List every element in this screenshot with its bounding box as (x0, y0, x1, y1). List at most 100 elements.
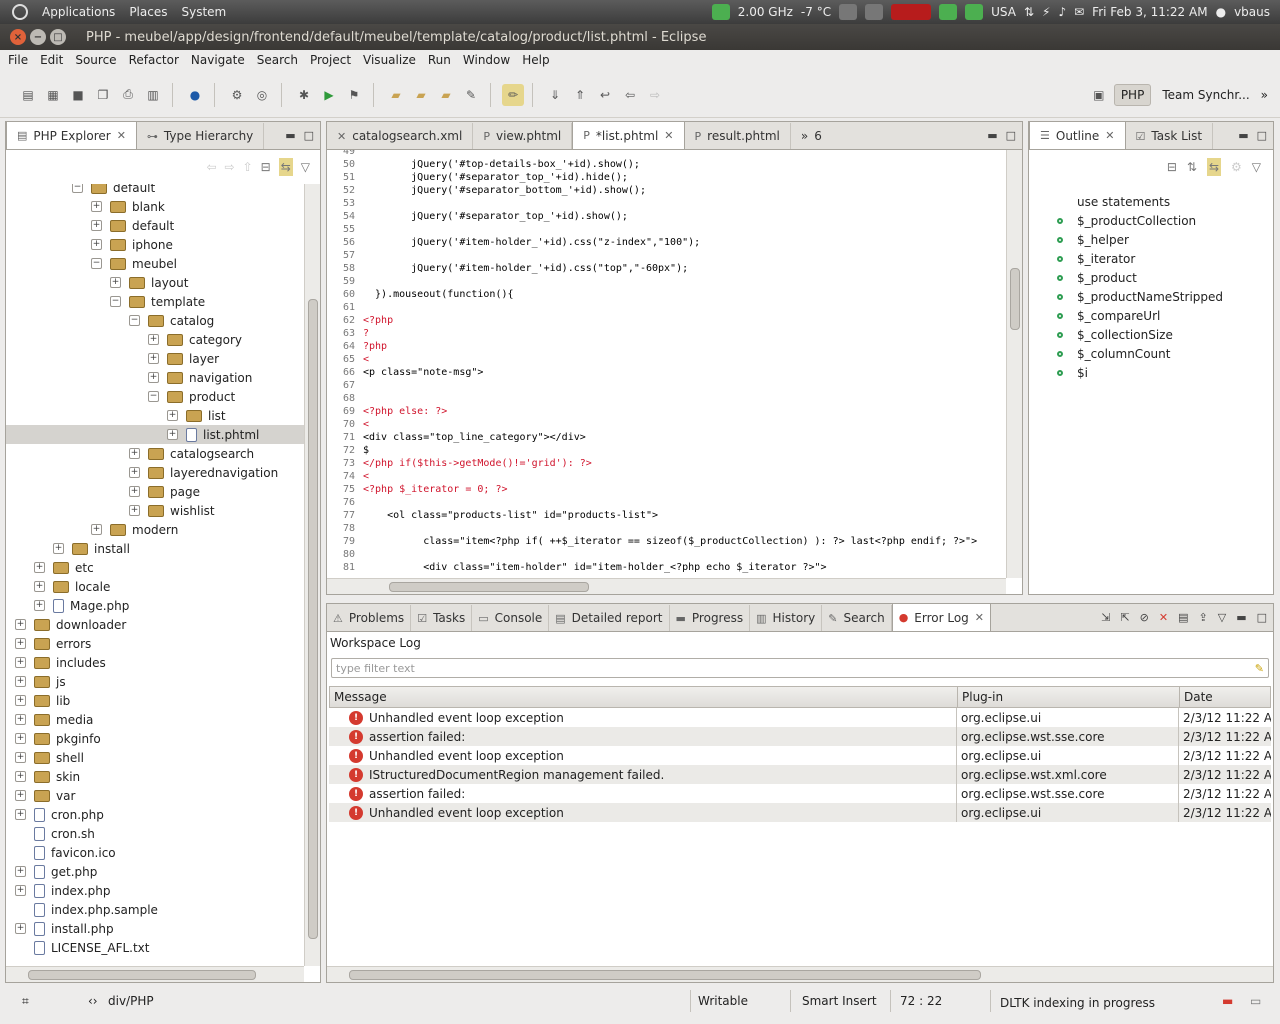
user-name[interactable]: vbaus (1234, 5, 1270, 19)
minimize-icon[interactable]: ▬ (285, 129, 295, 142)
menu-project[interactable]: Project (310, 53, 351, 67)
expand-icon[interactable]: + (15, 866, 26, 877)
view-menu-icon[interactable]: ▽ (1252, 160, 1261, 174)
expand-icon[interactable]: + (129, 486, 140, 497)
menu-navigate[interactable]: Navigate (191, 53, 245, 67)
maximize-icon[interactable]: □ (1006, 129, 1016, 142)
clear-log-icon[interactable]: ⊘ (1140, 611, 1149, 624)
tree-item[interactable]: + locale (34, 577, 110, 596)
network-icon[interactable] (965, 4, 984, 20)
outline-item[interactable]: $_productCollection (1057, 211, 1196, 230)
tree-item[interactable]: + shell (15, 748, 84, 767)
perspective-overflow-icon[interactable]: » (1261, 88, 1268, 102)
collapse-icon[interactable]: − (148, 391, 159, 402)
log-row[interactable]: ! assertion failed: org.eclipse.wst.sse.co… (329, 727, 1271, 746)
mail-icon[interactable]: ✉ (1074, 5, 1084, 19)
tree-item[interactable]: + iphone (91, 235, 173, 254)
expand-icon[interactable]: + (148, 372, 159, 383)
update-icon[interactable] (939, 4, 958, 20)
import-log-icon[interactable]: ⇱ (1120, 611, 1129, 624)
tree-item[interactable]: +LICENSE_AFL.txt (15, 938, 149, 957)
expand-icon[interactable]: + (15, 657, 26, 668)
maximize-window-button[interactable]: □ (50, 29, 66, 45)
close-icon[interactable]: ✕ (664, 129, 673, 142)
outline-item[interactable]: $_product (1057, 268, 1137, 287)
open-resource-icon[interactable]: ▰ (435, 84, 457, 106)
maximize-icon[interactable]: □ (304, 129, 314, 142)
transfer-icon[interactable]: ⇅ (1024, 5, 1034, 19)
tree-item[interactable]: + index.php (15, 881, 110, 900)
tab-result-phtml[interactable]: P result.phtml (685, 123, 791, 149)
editor-horizontal-scrollbar[interactable] (327, 578, 1006, 594)
tab-outline[interactable]: ☰ Outline ✕ (1029, 121, 1126, 149)
expand-icon[interactable]: + (15, 771, 26, 782)
tree-item[interactable]: + blank (91, 197, 165, 216)
outline-item[interactable]: $_productNameStripped (1057, 287, 1223, 306)
forward-icon[interactable]: ⇨ (225, 160, 235, 174)
inspect-icon[interactable]: ◎ (251, 84, 273, 106)
open-log-icon[interactable]: ▤ (1178, 611, 1188, 624)
tree-item[interactable]: − catalog (129, 311, 214, 330)
export-log-icon[interactable]: ⇲ (1101, 611, 1110, 624)
restore-log-icon[interactable]: ⇪ (1199, 611, 1208, 624)
tree-item[interactable]: + install.php (15, 919, 114, 938)
expand-icon[interactable]: + (34, 600, 45, 611)
tree-item[interactable]: + var (15, 786, 75, 805)
search-tool-icon[interactable]: ✎ (460, 84, 482, 106)
tree-item[interactable]: + layerednavigation (129, 463, 278, 482)
log-row[interactable]: ! IStructuredDocumentRegion management fa… (329, 765, 1271, 784)
new-icon[interactable]: ▤ (17, 84, 39, 106)
close-icon[interactable]: ✕ (975, 611, 984, 624)
menu-refactor[interactable]: Refactor (129, 53, 179, 67)
tree-item[interactable]: + install (53, 539, 130, 558)
outline-item[interactable]: $_columnCount (1057, 344, 1170, 363)
breadcrumb[interactable]: div/PHP (108, 994, 154, 1008)
outline-item[interactable]: $_compareUrl (1057, 306, 1160, 325)
expand-icon[interactable]: + (15, 638, 26, 649)
last-edit-icon[interactable]: ↩ (594, 84, 616, 106)
tab-progress[interactable]: ▬ Progress (670, 605, 751, 631)
print-icon[interactable]: ⎙ (117, 84, 139, 106)
menu-window[interactable]: Window (463, 53, 510, 67)
expand-icon[interactable]: + (129, 448, 140, 459)
minimize-window-button[interactable]: − (30, 29, 46, 45)
expand-icon[interactable]: + (167, 429, 178, 440)
save-all-icon[interactable]: ❐ (92, 84, 114, 106)
tab-tasks[interactable]: ☑ Tasks (411, 605, 473, 631)
debug-icon[interactable]: ✱ (293, 84, 315, 106)
link-with-editor-icon[interactable]: ⇆ (1206, 158, 1221, 176)
collapse-all-icon[interactable]: ⊟ (1167, 160, 1177, 174)
collapse-icon[interactable]: − (110, 296, 121, 307)
expand-icon[interactable]: + (15, 714, 26, 725)
weather-readout[interactable]: -7 °C (801, 5, 831, 19)
filter-input[interactable]: type filter text ✎ (331, 658, 1269, 678)
tree-item[interactable]: + navigation (148, 368, 252, 387)
sort-icon[interactable]: ⇅ (1187, 160, 1197, 174)
tab-console[interactable]: ▭ Console (472, 605, 550, 631)
expand-icon[interactable]: + (91, 239, 102, 250)
tab-problems[interactable]: ⚠ Problems (327, 605, 412, 631)
menu-file[interactable]: File (8, 53, 28, 67)
tree-item[interactable]: + get.php (15, 862, 97, 881)
tree-item[interactable]: + layer (148, 349, 219, 368)
tree-item[interactable]: + category (148, 330, 242, 349)
collapse-all-icon[interactable]: ⊟ (261, 160, 271, 174)
debug-remote-icon[interactable]: ⚙ (226, 84, 248, 106)
log-row[interactable]: ! Unhandled event loop exception org.eclip… (329, 746, 1271, 765)
tab-detailed-report[interactable]: ▤ Detailed report (549, 605, 670, 631)
open-perspective-icon[interactable]: ▣ (1088, 84, 1110, 106)
tree-item[interactable]: + Mage.php (34, 596, 129, 615)
column-date[interactable]: Date (1180, 687, 1270, 707)
next-annotation-icon[interactable]: ⇓ (544, 84, 566, 106)
close-icon[interactable]: ✕ (1105, 129, 1114, 142)
editor-vertical-scrollbar[interactable] (1006, 150, 1022, 578)
keyboard-layout[interactable]: USA (991, 5, 1016, 19)
cpu-freq-icon[interactable] (711, 4, 730, 20)
menu-help[interactable]: Help (522, 53, 549, 67)
maximize-icon[interactable]: □ (1257, 129, 1267, 142)
menu-system[interactable]: System (181, 5, 226, 19)
tab-task-list[interactable]: ☑ Task List (1126, 123, 1214, 149)
expand-icon[interactable]: + (15, 676, 26, 687)
tree-item[interactable]: +cron.sh (15, 824, 95, 843)
forward-icon[interactable]: ⇨ (644, 84, 666, 106)
